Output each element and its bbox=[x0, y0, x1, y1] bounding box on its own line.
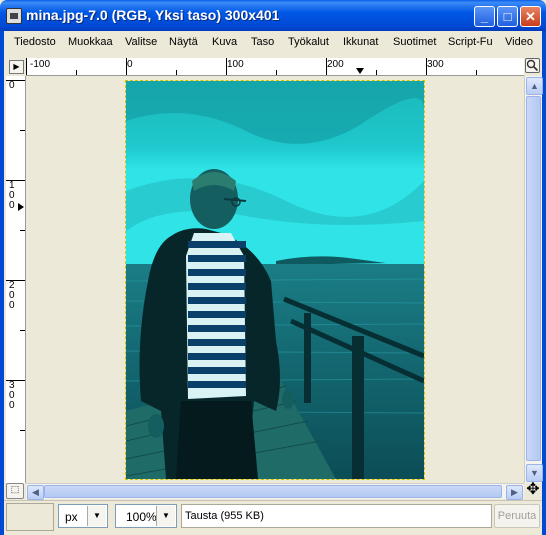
menu-kuva[interactable]: Kuva bbox=[212, 36, 237, 48]
horizontal-scroll-thumb[interactable] bbox=[44, 485, 502, 498]
app-icon[interactable] bbox=[6, 8, 22, 24]
zoom-select[interactable]: 100% ▼ bbox=[115, 504, 177, 528]
menu-ikkunat[interactable]: Ikkunat bbox=[343, 36, 378, 48]
ruler-tick bbox=[6, 180, 25, 181]
menu-muokkaa[interactable]: Muokkaa bbox=[68, 36, 113, 48]
scroll-right-button[interactable]: ▶ bbox=[506, 485, 523, 500]
unit-value: px bbox=[65, 510, 78, 524]
pointer-coordinates bbox=[6, 503, 54, 531]
ruler-label: 100 bbox=[227, 59, 244, 70]
window-frame-right bbox=[542, 55, 546, 535]
ruler-label: 200 bbox=[9, 280, 15, 311]
ruler-pointer-marker bbox=[18, 203, 24, 211]
window-frame-left bbox=[0, 55, 4, 535]
chevron-down-icon[interactable]: ▼ bbox=[87, 506, 106, 526]
status-message: Tausta (955 KB) bbox=[181, 504, 492, 528]
ruler-label: 300 bbox=[9, 380, 15, 411]
ruler-tick bbox=[6, 380, 25, 381]
ruler-pointer-marker bbox=[356, 68, 364, 74]
cancel-button[interactable]: Peruuta bbox=[494, 504, 540, 528]
maximize-button[interactable]: □ bbox=[497, 6, 518, 27]
scroll-up-button[interactable]: ▲ bbox=[526, 77, 543, 95]
minimize-button[interactable]: _ bbox=[474, 6, 495, 27]
vertical-ruler[interactable]: 0 100 200 300 bbox=[6, 76, 26, 483]
menu-nayta[interactable]: Näytä bbox=[169, 36, 198, 48]
ruler-label: 0 bbox=[127, 59, 133, 70]
menu-bar: Tiedosto Muokkaa Valitse Näytä Kuva Taso… bbox=[0, 31, 546, 55]
window-title: mina.jpg-7.0 (RGB, Yksi taso) 300x401 bbox=[26, 7, 280, 23]
ruler-label: 200 bbox=[327, 59, 344, 70]
menu-valitse[interactable]: Valitse bbox=[125, 36, 157, 48]
ruler-tick bbox=[326, 58, 327, 75]
menu-tyokalut[interactable]: Työkalut bbox=[288, 36, 329, 48]
navigate-icon[interactable]: ✥ bbox=[524, 482, 542, 499]
zoom-icon[interactable] bbox=[525, 58, 540, 73]
ruler-tick bbox=[6, 80, 25, 81]
vertical-scroll-thumb[interactable] bbox=[526, 96, 541, 461]
scroll-down-button[interactable]: ▼ bbox=[526, 464, 543, 482]
vertical-scrollbar[interactable]: ▲ ▼ bbox=[524, 76, 543, 483]
close-button[interactable]: ✕ bbox=[520, 6, 541, 27]
photo-content bbox=[126, 81, 424, 479]
menu-arrow-icon[interactable]: ▶ bbox=[9, 60, 24, 74]
horizontal-scrollbar[interactable]: ◀ ▶ bbox=[26, 483, 524, 500]
menu-tiedosto[interactable]: Tiedosto bbox=[14, 36, 56, 48]
ruler-label: 300 bbox=[427, 59, 444, 70]
ruler-tick bbox=[126, 58, 127, 75]
ruler-label: 0 bbox=[9, 80, 15, 91]
menu-video[interactable]: Video bbox=[505, 36, 533, 48]
image-layer-photo[interactable] bbox=[125, 80, 425, 480]
ruler-label: 100 bbox=[9, 180, 15, 211]
ruler-label: -100 bbox=[30, 59, 51, 70]
ruler-tick bbox=[426, 58, 427, 75]
menu-taso[interactable]: Taso bbox=[251, 36, 274, 48]
scroll-left-button[interactable]: ◀ bbox=[27, 485, 44, 500]
chevron-down-icon[interactable]: ▼ bbox=[156, 506, 175, 526]
quick-mask-icon[interactable]: ⬚ bbox=[6, 483, 24, 499]
unit-select[interactable]: px ▼ bbox=[58, 504, 108, 528]
zoom-value: 100% bbox=[126, 510, 157, 524]
menu-suotimet[interactable]: Suotimet bbox=[393, 36, 436, 48]
menu-script-fu[interactable]: Script-Fu bbox=[448, 36, 493, 48]
ruler-tick bbox=[6, 280, 25, 281]
ruler-tick bbox=[26, 58, 27, 75]
ruler-tick bbox=[226, 58, 227, 75]
horizontal-ruler[interactable]: -100 0 100 200 300 bbox=[26, 58, 524, 76]
